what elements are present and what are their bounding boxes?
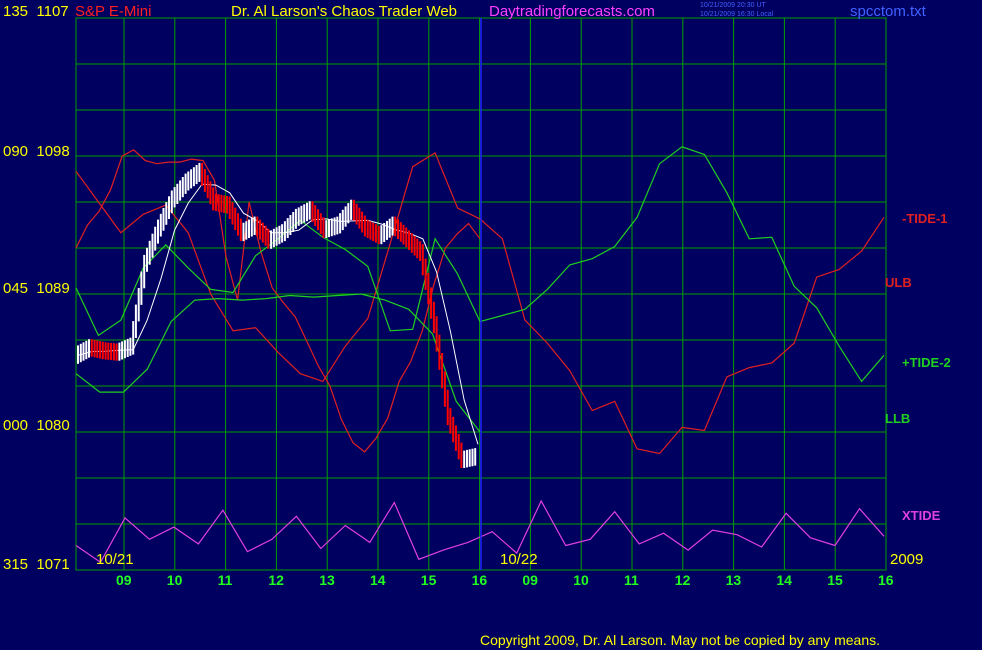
- y-left-label-1080: 000: [3, 417, 29, 434]
- date-label-day1: 10/21: [96, 551, 134, 568]
- y-axis-top-left: 135 1107: [3, 3, 69, 20]
- x-tick-label: 15: [827, 572, 843, 588]
- x-tick-label: 10: [166, 572, 183, 588]
- x-tick-label: 16: [878, 572, 894, 588]
- year-label: 2009: [890, 551, 924, 568]
- y-left-label-1098: 090: [3, 143, 29, 160]
- y-label-1098: 090 1098: [3, 143, 70, 160]
- y-label-1080: 000 1080: [3, 417, 70, 434]
- y-label-1071: 315 1071: [3, 556, 70, 573]
- file-name: spcctom.txt: [850, 3, 926, 20]
- x-tick-label: 13: [319, 572, 335, 588]
- x-tick-label: 14: [776, 572, 792, 588]
- legend-llb: LLB: [885, 411, 911, 426]
- timestamp-ut: 10/21/2009 20:30 UT: [700, 2, 766, 9]
- y-right-label-top: 1107: [36, 3, 69, 20]
- x-tick-label: 15: [420, 572, 437, 588]
- x-tick-label: 13: [725, 572, 742, 588]
- page-title: Dr. Al Larson's Chaos Trader Web: [231, 3, 458, 20]
- legend-tide1: -TIDE-1: [902, 211, 948, 226]
- x-tick-label: 14: [370, 572, 386, 588]
- date-label-day2: 10/22: [500, 551, 538, 568]
- legend-xtide: XTIDE: [902, 508, 941, 523]
- x-tick-label: 10: [573, 572, 589, 588]
- timestamp-local: 10/21/2009 16:30 Local: [700, 11, 774, 18]
- chart: [0, 0, 982, 650]
- x-tick-label: 09: [116, 572, 132, 588]
- copyright: Copyright 2009, Dr. Al Larson. May not b…: [480, 632, 881, 648]
- y-label-1089: 045 1089: [3, 280, 70, 297]
- y-left-label-1089: 045: [3, 280, 29, 297]
- y-right-label-1071: 1071: [36, 556, 70, 573]
- legend-tide2: +TIDE-2: [902, 355, 951, 370]
- x-tick-label: 12: [268, 572, 284, 588]
- x-tick-label: 12: [674, 572, 691, 588]
- symbol-label: S&P E-Mini: [75, 3, 152, 20]
- x-tick-label: 16: [471, 572, 488, 588]
- y-right-label-1089: 1089: [36, 280, 70, 297]
- x-tick-label: 09: [522, 572, 538, 588]
- legend-ulb: ULB: [885, 275, 912, 290]
- x-tick-label: 11: [217, 572, 233, 588]
- y-left-label-top: 135: [3, 3, 29, 20]
- y-right-label-1098: 1098: [36, 143, 70, 160]
- x-tick-label: 11: [624, 572, 639, 588]
- site-link[interactable]: Daytradingforecasts.com: [489, 3, 655, 20]
- y-left-label-1071: 315: [3, 556, 29, 573]
- y-right-label-1080: 1080: [36, 417, 70, 434]
